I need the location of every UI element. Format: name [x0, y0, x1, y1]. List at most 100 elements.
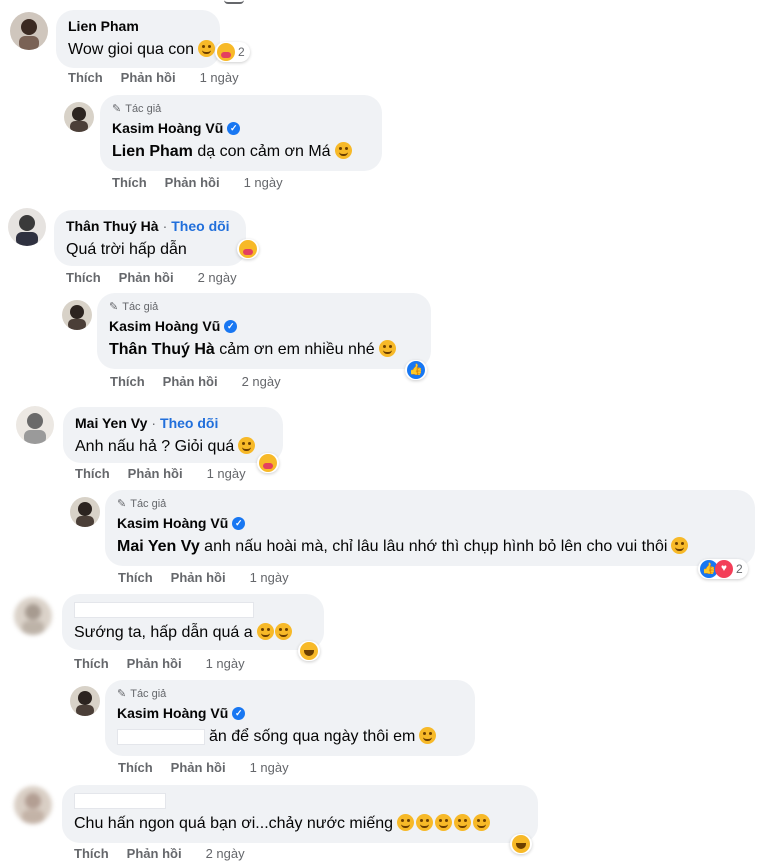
smile-emoji-icon [378, 340, 396, 358]
reply-button[interactable]: Phản hồi [121, 70, 176, 86]
smile-emoji-icon [671, 537, 689, 555]
like-button[interactable]: Thích [118, 760, 153, 776]
comment-text: Wow gioi qua con [68, 39, 215, 61]
laughing-emoji-icon [274, 623, 292, 641]
avatar[interactable] [14, 597, 52, 635]
timestamp[interactable]: 2 ngày [198, 270, 237, 286]
like-button[interactable]: Thích [112, 175, 147, 191]
reaction-summary[interactable] [510, 834, 532, 854]
like-button[interactable]: Thích [74, 656, 109, 672]
commenter-name-text: Kasim Hoàng Vũ [109, 318, 221, 334]
mention-link[interactable]: Mai Yen Vy [117, 538, 200, 555]
commenter-name[interactable]: Kasim Hoàng Vũ ✓ [117, 514, 743, 532]
care-reaction-icon [239, 240, 257, 258]
comment-bubble: Thân Thuý Hà · Theo dõi Quá trời hấp dẫn [54, 210, 246, 266]
commenter-name-text: Kasim Hoàng Vũ [112, 120, 224, 136]
commenter-name-text[interactable]: Mai Yen Vy [75, 414, 147, 432]
verified-badge-icon: ✓ [227, 121, 241, 135]
commenter-name[interactable]: Kasim Hoàng Vũ ✓ [112, 119, 370, 137]
avatar[interactable] [70, 686, 100, 716]
timestamp[interactable]: 2 ngày [242, 374, 281, 390]
like-button[interactable]: Thích [110, 374, 145, 390]
author-badge: ✎ Tác giả [117, 687, 463, 702]
love-reaction-icon: ♥ [715, 560, 733, 578]
commenter-name[interactable]: Kasim Hoàng Vũ ✓ [117, 704, 463, 722]
reaction-summary[interactable] [257, 453, 279, 473]
mention-link[interactable]: Thân Thuý Hà [109, 341, 215, 358]
follow-button[interactable]: Theo dõi [160, 414, 218, 432]
comment-bubble: Sướng ta, hấp dẫn quá a [62, 594, 324, 650]
reply-button[interactable]: Phản hồi [171, 760, 226, 776]
comment-actions: Thích Phản hồi 2 ngày [66, 270, 237, 286]
comment-text-content: anh nấu hoài mà, chỉ lâu lâu nhớ thì chụ… [199, 538, 668, 555]
timestamp[interactable]: 1 ngày [207, 466, 246, 482]
timestamp[interactable]: 1 ngày [250, 760, 289, 776]
reply-button[interactable]: Phản hồi [165, 175, 220, 191]
avatar[interactable] [14, 786, 52, 824]
timestamp[interactable]: 1 ngày [250, 570, 289, 586]
comment-text: Anh nấu hả ? Giỏi quá [75, 436, 271, 458]
verified-badge-icon: ✓ [224, 319, 238, 333]
reaction-summary[interactable]: 👍 [405, 360, 427, 380]
reply-button[interactable]: Phản hồi [128, 466, 183, 482]
care-reaction-icon [259, 454, 277, 472]
reaction-summary[interactable] [237, 239, 259, 259]
clap-emoji-icon [238, 437, 256, 455]
care-reaction-icon [217, 43, 235, 61]
smile-emoji-icon [473, 814, 491, 832]
author-label: Tác giả [130, 498, 167, 510]
commenter-name-text[interactable]: Thân Thuý Hà [66, 217, 159, 235]
comment-actions: Thích Phản hồi 1 ngày [112, 175, 283, 191]
reaction-summary[interactable]: 2 [215, 42, 250, 62]
commenter-name[interactable]: Lien Pham [68, 17, 208, 35]
commenter-name[interactable]: Kasim Hoàng Vũ ✓ [109, 317, 419, 335]
like-button[interactable]: Thích [118, 570, 153, 586]
haha-reaction-icon [512, 835, 530, 853]
comment-actions: Thích Phản hồi 2 ngày [74, 846, 245, 862]
pen-icon: ✎ [112, 103, 122, 115]
like-button[interactable]: Thích [74, 846, 109, 862]
reply-bubble: ✎ Tác giả Kasim Hoàng Vũ ✓ ăn để sống qua … [105, 680, 475, 756]
follow-button[interactable]: Theo dõi [171, 217, 229, 235]
timestamp[interactable]: 2 ngày [206, 846, 245, 862]
reaction-summary[interactable]: 👍 ♥ 2 [698, 559, 748, 579]
comment-text: Lien Pham dạ con cảm ơn Má [112, 141, 370, 163]
smile-emoji-icon [198, 40, 215, 58]
avatar[interactable] [62, 300, 92, 330]
timestamp[interactable]: 1 ngày [200, 70, 239, 86]
comment-actions: Thích Phản hồi 1 ngày [75, 466, 246, 482]
reaction-summary[interactable] [298, 641, 320, 661]
top-cropped-fragment [224, 0, 244, 4]
comment-actions: Thích Phản hồi 1 ngày [118, 760, 289, 776]
comment-text-content: Chu hấn ngon quá bạn ơi...chảy nước miến… [74, 815, 394, 832]
mention-link[interactable]: Lien Pham [112, 143, 193, 160]
timestamp[interactable]: 1 ngày [244, 175, 283, 191]
reply-button[interactable]: Phản hồi [171, 570, 226, 586]
author-badge: ✎ Tác giả [117, 497, 743, 512]
reply-button[interactable]: Phản hồi [127, 846, 182, 862]
avatar[interactable] [16, 406, 54, 444]
comment-text-content: ăn để sống qua ngày thôi em [209, 728, 416, 745]
comment-actions: Thích Phản hồi 1 ngày [118, 570, 289, 586]
like-button[interactable]: Thích [66, 270, 101, 286]
avatar[interactable] [10, 12, 48, 50]
like-button[interactable]: Thích [68, 70, 103, 86]
author-badge: ✎ Tác giả [112, 102, 370, 117]
author-label: Tác giả [130, 688, 167, 700]
smile-emoji-icon [454, 814, 472, 832]
comment-text: ăn để sống qua ngày thôi em [117, 726, 463, 748]
like-button[interactable]: Thích [75, 466, 110, 482]
smile-emoji-icon [435, 814, 453, 832]
reply-button[interactable]: Phản hồi [127, 656, 182, 672]
pen-icon: ✎ [117, 498, 127, 510]
reply-bubble: ✎ Tác giả Kasim Hoàng Vũ ✓ Thân Thuý Hà cả… [97, 293, 431, 369]
reply-button[interactable]: Phản hồi [163, 374, 218, 390]
avatar[interactable] [70, 497, 100, 527]
reply-button[interactable]: Phản hồi [119, 270, 174, 286]
comment-text: Chu hấn ngon quá bạn ơi...chảy nước miến… [74, 813, 526, 835]
avatar[interactable] [64, 102, 94, 132]
comment-text-content: Wow gioi qua con [68, 41, 194, 58]
timestamp[interactable]: 1 ngày [206, 656, 245, 672]
avatar[interactable] [8, 208, 46, 246]
redacted-mention [117, 728, 205, 745]
